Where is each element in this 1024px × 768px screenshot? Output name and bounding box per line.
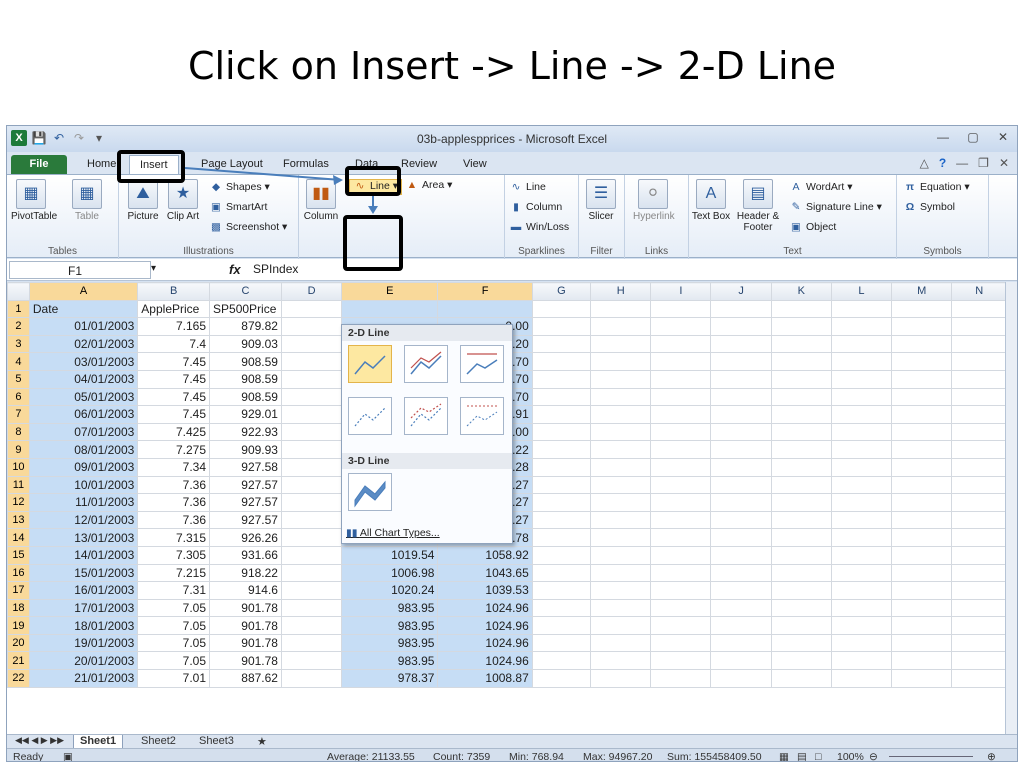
- excel-window: X 💾 ↶ ↷ ▾ 03b-applespprices - Microsoft …: [6, 125, 1018, 762]
- slide-title: Click on Insert -> Line -> 2-D Line: [187, 44, 837, 88]
- callout-arrows: [184, 167, 378, 214]
